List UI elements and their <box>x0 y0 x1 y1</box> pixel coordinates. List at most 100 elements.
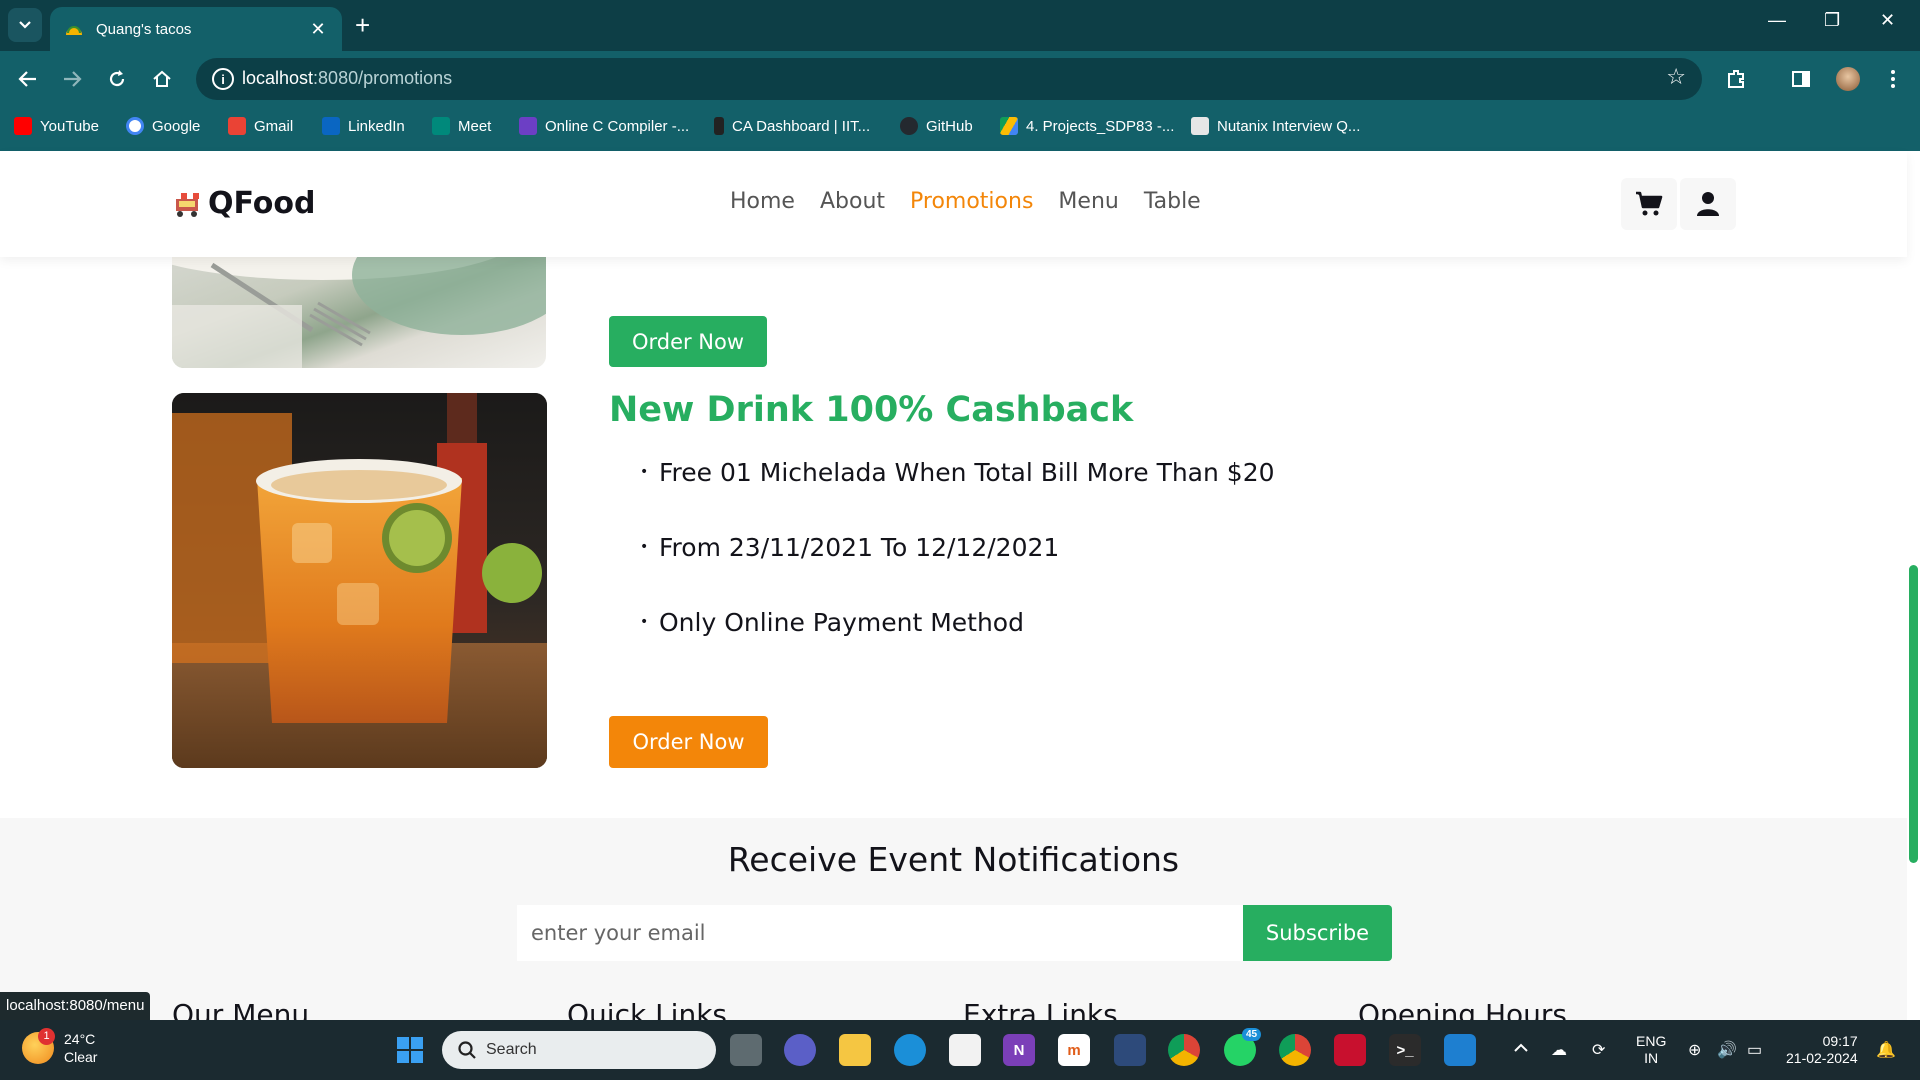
clock-date: 21-02-2024 <box>1786 1050 1858 1066</box>
tab-search-button[interactable] <box>8 8 42 42</box>
moodle-icon[interactable]: m <box>1058 1034 1090 1066</box>
page-scrollbar-thumb[interactable] <box>1909 565 1918 863</box>
address-bar[interactable]: i localhost:8080/promotions ☆ <box>196 58 1702 100</box>
weather-widget[interactable]: 1 24°C Clear <box>22 1028 98 1066</box>
side-panel-button[interactable] <box>1788 66 1814 92</box>
profile-avatar[interactable] <box>1835 66 1861 92</box>
nav-menu[interactable]: Menu <box>1058 189 1118 214</box>
file-explorer-icon[interactable] <box>839 1034 871 1066</box>
user-icon <box>1697 192 1719 216</box>
bookmark-label: GitHub <box>926 117 973 135</box>
email-input[interactable] <box>517 905 1244 961</box>
weather-condition: Clear <box>64 1049 98 1065</box>
onedrive-icon[interactable]: ☁ <box>1551 1040 1567 1060</box>
order-now-button-1[interactable]: Order Now <box>609 316 767 367</box>
google-icon <box>126 117 144 135</box>
link-status-bubble: localhost:8080/menu <box>0 992 151 1020</box>
bookmark-nutanix[interactable]: Nutanix Interview Q... <box>1191 115 1360 137</box>
notification-bell-icon[interactable]: 🔔 <box>1876 1040 1896 1060</box>
bookmark-online-c-compiler[interactable]: Online C Compiler -... <box>519 115 689 137</box>
bookmark-linkedin[interactable]: LinkedIn <box>322 115 405 137</box>
start-button[interactable] <box>394 1034 426 1066</box>
bookmark-google[interactable]: Google <box>126 115 200 137</box>
lightning-icon <box>519 117 537 135</box>
home-button[interactable] <box>147 64 177 94</box>
mcafee-icon[interactable] <box>1334 1034 1366 1066</box>
arrow-right-icon <box>64 71 82 87</box>
bookmark-star-icon[interactable]: ☆ <box>1666 65 1686 90</box>
nav-table[interactable]: Table <box>1144 189 1201 214</box>
site-info-icon[interactable]: i <box>212 68 234 90</box>
promo-image-food <box>172 245 546 368</box>
subscribe-button[interactable]: Subscribe <box>1243 905 1392 961</box>
onenote-icon[interactable]: N <box>1003 1034 1035 1066</box>
search-icon <box>458 1041 476 1059</box>
nav-promotions[interactable]: Promotions <box>910 189 1033 214</box>
bookmark-meet[interactable]: Meet <box>432 115 491 137</box>
microsoft-store-icon[interactable] <box>949 1034 981 1066</box>
nav-home[interactable]: Home <box>730 189 795 214</box>
close-window-button[interactable]: ✕ <box>1880 10 1895 31</box>
browser-menu-button[interactable] <box>1880 66 1906 92</box>
minimize-button[interactable]: — <box>1768 10 1786 31</box>
bookmark-label: LinkedIn <box>348 117 405 135</box>
bookmark-projects-sdp83[interactable]: 4. Projects_SDP83 -... <box>1000 115 1174 137</box>
reload-button[interactable] <box>102 64 132 94</box>
teams-chat-icon[interactable] <box>784 1034 816 1066</box>
forward-button[interactable] <box>57 64 87 94</box>
terminal-icon[interactable]: >_ <box>1389 1034 1421 1066</box>
tab-close-icon[interactable]: ✕ <box>308 19 328 40</box>
meet-icon <box>432 117 450 135</box>
nav-about[interactable]: About <box>820 189 885 214</box>
snipping-tool-icon[interactable] <box>1114 1034 1146 1066</box>
restore-button[interactable]: ❐ <box>1824 10 1840 31</box>
bookmark-ca-dashboard[interactable]: CA Dashboard | IIT... <box>714 115 870 137</box>
bookmark-gmail[interactable]: Gmail <box>228 115 293 137</box>
chevron-up-icon <box>1514 1043 1528 1052</box>
back-button[interactable] <box>13 64 43 94</box>
weather-badge: 1 <box>38 1028 55 1045</box>
bookmark-youtube[interactable]: YouTube <box>14 115 99 137</box>
sync-icon[interactable]: ⟳ <box>1592 1040 1605 1060</box>
tray-overflow-icon[interactable] <box>1513 1040 1529 1056</box>
cart-icon <box>1636 191 1663 216</box>
vscode-icon[interactable] <box>1444 1034 1476 1066</box>
chrome-icon[interactable] <box>1168 1034 1200 1066</box>
bookmark-label: Online C Compiler -... <box>545 117 690 135</box>
language-indicator[interactable]: ENG IN <box>1636 1033 1666 1067</box>
extensions-button[interactable] <box>1723 66 1749 92</box>
site-logo[interactable]: QFood <box>172 186 315 221</box>
order-now-button-2[interactable]: Order Now <box>609 716 768 768</box>
cart-button[interactable] <box>1621 178 1677 230</box>
task-view-icon[interactable] <box>730 1034 762 1066</box>
newsletter-title: Receive Event Notifications <box>727 840 1180 879</box>
site-header: QFood Home About Promotions Menu Table <box>0 151 1907 257</box>
puzzle-icon <box>1728 70 1744 88</box>
promo-detail-item: Free 01 Michelada When Total Bill More T… <box>640 458 1275 533</box>
account-button[interactable] <box>1680 178 1736 230</box>
reload-icon <box>109 70 125 87</box>
battery-icon[interactable]: ▭ <box>1747 1040 1762 1060</box>
bookmark-github[interactable]: GitHub <box>900 115 973 137</box>
kebab-menu-icon <box>1891 70 1895 88</box>
chrome-profile-icon[interactable] <box>1279 1034 1311 1066</box>
side-panel-icon <box>1792 71 1810 87</box>
browser-tab-active[interactable]: Quang's tacos ✕ <box>50 7 342 51</box>
new-tab-button[interactable]: + <box>355 10 370 40</box>
michelada-drink-image <box>172 393 547 768</box>
tab-title: Quang's tacos <box>96 20 192 38</box>
taskbar-search[interactable]: Search <box>442 1031 716 1069</box>
bookmark-label: Meet <box>458 117 492 135</box>
whatsapp-icon[interactable]: 45 <box>1224 1028 1262 1066</box>
url-path: :8080/promotions <box>313 68 453 88</box>
brand-name: QFood <box>208 186 316 221</box>
bookmark-label: CA Dashboard | IIT... <box>732 117 871 135</box>
network-icon[interactable]: ⊕ <box>1688 1040 1701 1060</box>
address-url[interactable]: localhost:8080/promotions <box>242 68 452 89</box>
volume-icon[interactable]: 🔊 <box>1717 1040 1737 1060</box>
edge-browser-icon[interactable] <box>894 1034 926 1066</box>
fork-plate-image <box>172 245 546 368</box>
newsletter-section: Receive Event Notifications Subscribe <box>0 818 1907 1020</box>
promo-detail-item: From 23/11/2021 To 12/12/2021 <box>640 533 1275 608</box>
clock[interactable]: 09:17 21-02-2024 <box>1786 1033 1858 1067</box>
